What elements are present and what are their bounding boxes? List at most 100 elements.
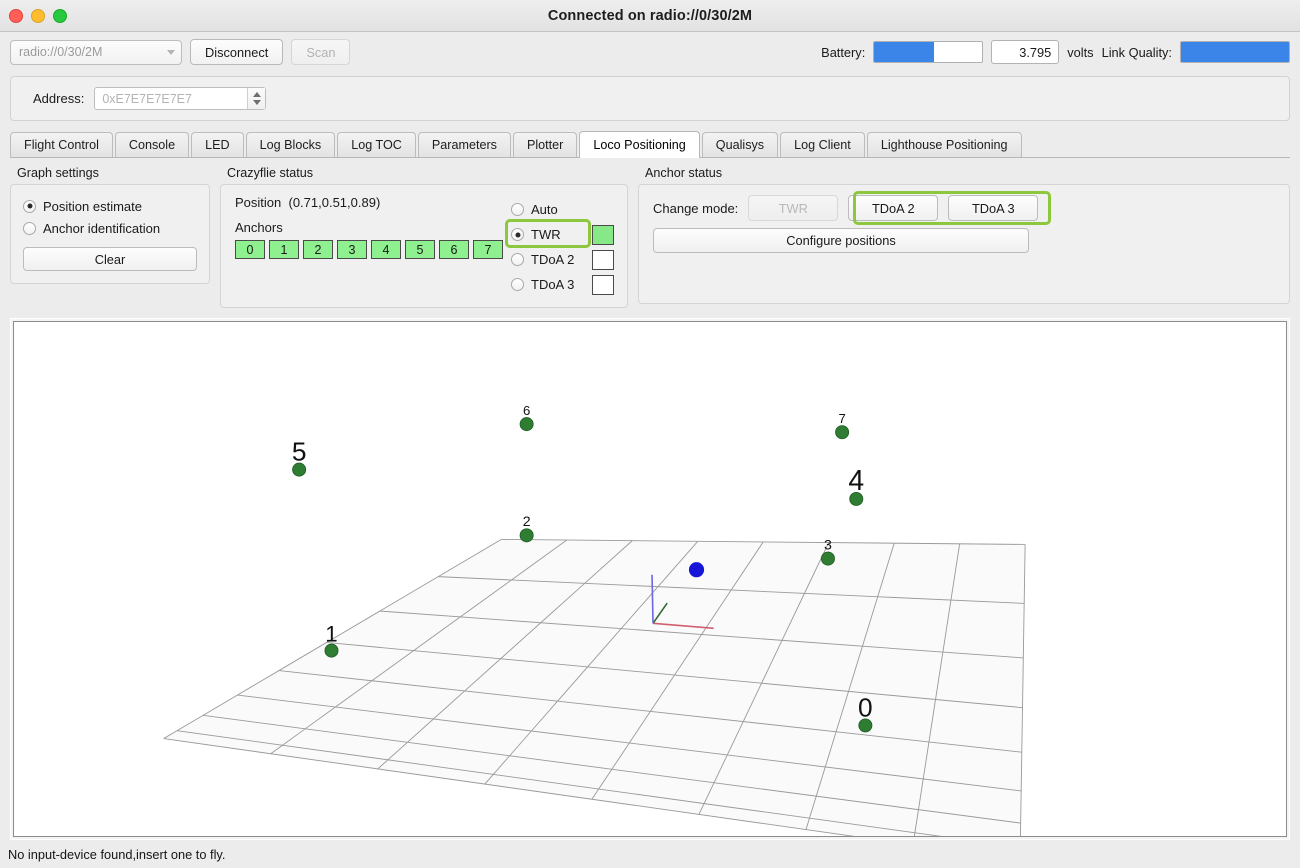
anchor-dot-0[interactable] — [858, 718, 873, 733]
minimize-icon[interactable] — [31, 8, 45, 23]
mode-radio-list: Auto TWR TDoA 2 TDoA 3 — [505, 195, 617, 297]
address-label: Address: — [33, 91, 85, 107]
mode-status-box-tdoa2 — [592, 249, 614, 270]
radio-label-anchor-identification: Anchor identification — [43, 220, 161, 236]
mode-button-tdoa2[interactable]: TDoA 2 — [848, 195, 939, 222]
battery-label: Battery: — [821, 44, 866, 60]
mode-label-auto: Auto — [531, 202, 558, 218]
anchors-label: Anchors — [235, 220, 283, 236]
anchor-marker-7[interactable]: 7 — [835, 411, 850, 440]
tab-plotter[interactable]: Plotter — [512, 132, 578, 158]
anchor-box-5: 5 — [405, 240, 435, 260]
radio-icon-auto[interactable] — [511, 203, 524, 217]
anchor-label-1: 1 — [325, 622, 337, 647]
connection-toolbar: radio://0/30/2M Disconnect Scan Battery:… — [0, 32, 1300, 72]
tab-log-toc[interactable]: Log TOC — [337, 132, 416, 158]
anchor-dot-2[interactable] — [519, 528, 534, 543]
change-mode-row: Change mode: TWR TDoA 2 TDoA 3 — [653, 191, 1275, 226]
connection-select-value: radio://0/30/2M — [19, 45, 103, 59]
window-title: Connected on radio://0/30/2M — [547, 7, 753, 24]
battery-bar — [873, 41, 984, 63]
anchor-marker-6[interactable]: 6 — [519, 403, 534, 432]
crazyflie-status-title: Crazyflie status — [227, 166, 314, 181]
title-bar: Connected on radio://0/30/2M — [0, 0, 1300, 32]
anchor-marker-0[interactable]: 0 — [858, 693, 873, 733]
radio-icon-tdoa3[interactable] — [511, 278, 524, 292]
position-plot-container: 0 1 2 3 4 5 6 7 — [10, 318, 1290, 840]
link-quality-bar — [1180, 41, 1290, 63]
radio-icon-anchor-identification[interactable] — [23, 221, 36, 235]
anchor-box-4: 4 — [371, 240, 401, 260]
anchor-label-7: 7 — [838, 411, 845, 426]
mode-button-twr[interactable]: TWR — [748, 195, 839, 222]
link-quality-label: Link Quality: — [1101, 44, 1172, 60]
tab-flight-control[interactable]: Flight Control — [10, 132, 113, 158]
change-mode-label: Change mode: — [653, 200, 739, 216]
stepper-down-icon[interactable] — [252, 100, 261, 106]
mode-status-box-tdoa3 — [592, 274, 614, 295]
mode-label-twr: TWR — [531, 227, 561, 243]
mode-row-twr[interactable]: TWR — [511, 222, 617, 247]
clear-button[interactable]: Clear — [23, 247, 197, 272]
settings-panels: Graph settings Position estimate Anchor … — [10, 166, 1290, 309]
address-input[interactable]: 0xE7E7E7E7E7 — [94, 87, 267, 111]
tab-led[interactable]: LED — [191, 132, 244, 158]
anchor-marker-2[interactable]: 2 — [519, 514, 534, 543]
anchor-box-3: 3 — [337, 240, 367, 260]
tab-log-client[interactable]: Log Client — [780, 132, 865, 158]
radio-anchor-identification[interactable]: Anchor identification — [23, 217, 197, 239]
anchor-dot-5[interactable] — [292, 463, 307, 477]
configure-positions-button[interactable]: Configure positions — [653, 228, 1029, 254]
anchor-marker-5[interactable]: 5 — [292, 437, 307, 477]
close-icon[interactable] — [9, 8, 23, 23]
stepper-up-icon[interactable] — [252, 92, 261, 98]
tab-qualisys[interactable]: Qualisys — [701, 132, 779, 158]
anchor-dot-4[interactable] — [849, 492, 864, 507]
radio-position-estimate[interactable]: Position estimate — [23, 195, 197, 217]
position-estimate-dot — [688, 562, 705, 578]
tab-log-blocks[interactable]: Log Blocks — [245, 132, 336, 158]
connection-select[interactable]: radio://0/30/2M — [10, 39, 182, 65]
anchor-dot-3[interactable] — [820, 551, 835, 566]
graph-settings-panel: Position estimate Anchor identification … — [10, 184, 210, 285]
tab-parameters[interactable]: Parameters — [417, 132, 511, 158]
anchor-marker-1[interactable]: 1 — [324, 622, 339, 658]
anchor-dot-6[interactable] — [519, 417, 534, 432]
anchor-label-3: 3 — [824, 537, 832, 553]
position-plot-svg[interactable]: 0 1 2 3 4 5 6 7 — [14, 322, 1286, 836]
anchor-label-6: 6 — [523, 403, 530, 418]
anchor-label-5: 5 — [292, 437, 307, 467]
address-stepper[interactable] — [247, 88, 266, 110]
tab-bar: Flight Control Console LED Log Blocks Log TO… — [10, 131, 1290, 159]
radio-icon-position-estimate[interactable] — [23, 199, 36, 213]
anchor-box-1: 1 — [269, 240, 299, 260]
radio-icon-tdoa2[interactable] — [511, 253, 524, 267]
radio-icon-twr[interactable] — [511, 228, 524, 242]
zoom-icon[interactable] — [53, 8, 67, 23]
window-controls — [9, 0, 67, 31]
scan-button[interactable]: Scan — [291, 39, 351, 65]
anchor-marker-4[interactable]: 4 — [848, 464, 864, 507]
tab-console[interactable]: Console — [114, 132, 190, 158]
position-plot[interactable]: 0 1 2 3 4 5 6 7 — [13, 321, 1287, 837]
graph-settings-section: Graph settings Position estimate Anchor … — [10, 166, 210, 285]
position-value: (0.71,0.51,0.89) — [288, 195, 381, 211]
mode-status-box-twr — [592, 224, 614, 245]
anchor-box-7: 7 — [473, 240, 503, 260]
mode-row-auto[interactable]: Auto — [511, 197, 617, 222]
tab-loco-positioning[interactable]: Loco Positioning — [579, 131, 700, 159]
anchor-status-section: Anchor status Change mode: TWR TDoA 2 TD… — [638, 166, 1290, 305]
radio-label-position-estimate: Position estimate — [43, 198, 142, 214]
crazyflie-status-section: Crazyflie status Position (0.71,0.51,0.8… — [220, 166, 628, 309]
chevron-down-icon — [167, 49, 175, 55]
status-message: No input-device found,insert one to fly. — [8, 846, 226, 862]
application-window: Connected on radio://0/30/2M radio://0/3… — [0, 0, 1300, 868]
mode-row-tdoa2[interactable]: TDoA 2 — [511, 247, 617, 272]
anchor-dot-7[interactable] — [835, 425, 850, 440]
tab-lighthouse-positioning[interactable]: Lighthouse Positioning — [866, 132, 1022, 158]
mode-row-tdoa3[interactable]: TDoA 3 — [511, 272, 617, 297]
disconnect-button[interactable]: Disconnect — [190, 39, 284, 65]
mode-button-tdoa3[interactable]: TDoA 3 — [948, 195, 1039, 222]
anchor-dot-1[interactable] — [324, 643, 339, 658]
position-line: Position (0.71,0.51,0.89) — [235, 195, 503, 210]
